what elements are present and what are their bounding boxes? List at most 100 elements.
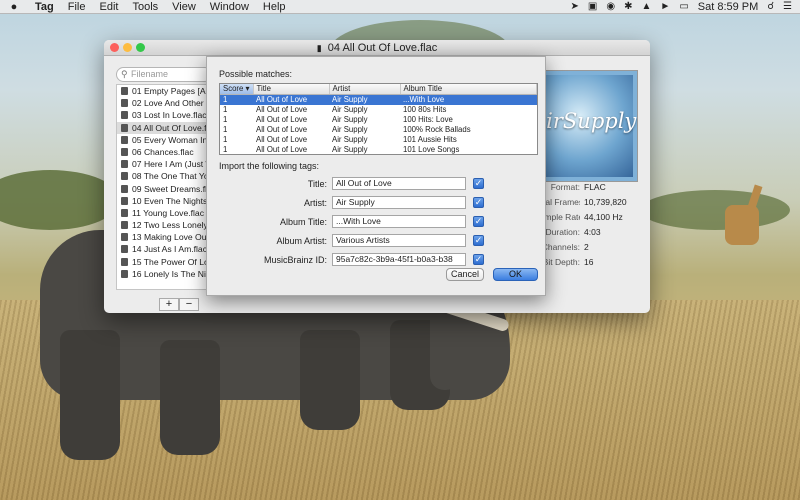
import-checkbox[interactable]: ✓ bbox=[473, 254, 484, 265]
clock[interactable]: Sat 8:59 PM bbox=[698, 1, 759, 13]
battery-icon[interactable]: ▭ bbox=[679, 1, 688, 12]
import-checkbox[interactable]: ✓ bbox=[473, 197, 484, 208]
info-value: 16 bbox=[584, 257, 594, 267]
match-row[interactable]: 1 All Out of Love Air Supply 100 80s Hits bbox=[220, 105, 537, 115]
menu-file[interactable]: File bbox=[61, 1, 93, 13]
audio-file-icon bbox=[121, 196, 128, 205]
tag-field-row: Album Artist: Various Artists ✓ bbox=[219, 234, 541, 248]
info-row: Bit Depth: 16 bbox=[534, 255, 627, 270]
search-input[interactable]: ⚲ Filename bbox=[116, 67, 212, 82]
column-album-title[interactable]: Album Title bbox=[400, 84, 537, 95]
file-list-item[interactable]: 09 Sweet Dreams.flac bbox=[117, 183, 211, 195]
file-list-item[interactable]: 16 Lonely Is The Night.flac bbox=[117, 268, 211, 280]
match-cell-title: All Out of Love bbox=[256, 115, 308, 124]
audio-file-icon bbox=[121, 245, 128, 254]
file-list-item[interactable]: 12 Two Less Lonely People.flac bbox=[117, 219, 211, 231]
cancel-button[interactable]: Cancel bbox=[446, 268, 484, 281]
info-value: 44,100 Hz bbox=[584, 212, 623, 222]
file-list-item[interactable]: 11 Young Love.flac bbox=[117, 207, 211, 219]
file-list-item[interactable]: 10 Even The Nights Are Better.flac bbox=[117, 195, 211, 207]
zoom-button[interactable] bbox=[136, 43, 145, 52]
match-cell-album: 100 80s Hits bbox=[403, 105, 447, 114]
file-list-item[interactable]: 06 Chances.flac bbox=[117, 146, 211, 158]
tag-field-row: MusicBrainz ID: 95a7c82c-3b9a-45f1-b0a3-b… bbox=[219, 253, 541, 267]
tag-field-input[interactable]: All Out of Love bbox=[332, 177, 466, 190]
menu-bar: ● Tag File Edit Tools View Window Help ➤… bbox=[0, 0, 800, 14]
cursor-icon[interactable]: ➤ bbox=[571, 1, 579, 12]
file-list-item[interactable]: 08 The One That You Love.flac bbox=[117, 170, 211, 182]
file-list-item[interactable]: 02 Love And Other Bruises.flac bbox=[117, 97, 211, 109]
match-cell-artist: Air Supply bbox=[332, 135, 368, 144]
remove-file-button[interactable]: − bbox=[179, 298, 199, 311]
menu-window[interactable]: Window bbox=[203, 1, 256, 13]
menu-help[interactable]: Help bbox=[256, 1, 293, 13]
file-list-item[interactable]: 04 All Out Of Love.flac bbox=[117, 121, 211, 134]
file-icon: ▮ bbox=[316, 43, 322, 53]
sort-down-icon: ▾ bbox=[245, 84, 250, 93]
file-list-item[interactable]: 03 Lost In Love.flac bbox=[117, 109, 211, 121]
tag-field-input[interactable]: ...With Love bbox=[332, 215, 466, 228]
column-score[interactable]: Score ▾ bbox=[220, 84, 254, 95]
audio-file-icon bbox=[121, 111, 128, 120]
info-row: Channels: 2 bbox=[534, 240, 627, 255]
match-cell-score: 1 bbox=[223, 125, 228, 134]
audio-file-icon bbox=[121, 257, 128, 266]
match-row[interactable]: 1 All Out of Love Air Supply ...With Love bbox=[220, 94, 537, 105]
volume-icon[interactable]: ► bbox=[660, 1, 670, 12]
eye-icon[interactable]: ◉ bbox=[606, 1, 615, 12]
file-list-item[interactable]: 15 The Power Of Love.flac bbox=[117, 256, 211, 268]
wifi-icon[interactable]: ▲ bbox=[642, 1, 652, 12]
column-artist[interactable]: Artist bbox=[329, 84, 401, 95]
file-list[interactable]: 01 Empty Pages [Album Version].flac 02 Lo… bbox=[116, 84, 212, 290]
audio-file-icon bbox=[121, 233, 128, 242]
tag-field-input[interactable]: Various Artists bbox=[332, 234, 466, 247]
add-file-button[interactable]: + bbox=[159, 298, 179, 311]
file-list-item[interactable]: 05 Every Woman In The World.flac bbox=[117, 134, 211, 146]
match-cell-album: ...With Love bbox=[400, 94, 537, 105]
match-cell-artist: Air Supply bbox=[332, 105, 368, 114]
tag-field-input[interactable]: Air Supply bbox=[332, 196, 466, 209]
window-title: 04 All Out Of Love.flac bbox=[327, 42, 438, 54]
menu-list-icon[interactable]: ☰ bbox=[783, 1, 792, 12]
file-list-item[interactable]: 01 Empty Pages [Album Version].flac bbox=[117, 85, 211, 97]
minimize-button[interactable] bbox=[123, 43, 132, 52]
file-name: 09 Sweet Dreams.flac bbox=[132, 183, 211, 194]
search-icon[interactable]: ☌ bbox=[767, 1, 774, 12]
file-name: 03 Lost In Love.flac bbox=[132, 110, 207, 121]
file-list-item[interactable]: 07 Here I Am (Just When I Thought).flac bbox=[117, 158, 211, 170]
tag-field-label: Title: bbox=[307, 179, 327, 189]
menu-edit[interactable]: Edit bbox=[92, 1, 125, 13]
file-name: 02 Love And Other Bruises.flac bbox=[132, 98, 211, 109]
apple-menu-icon[interactable]: ● bbox=[0, 1, 28, 13]
match-cell-title: All Out of Love bbox=[256, 135, 308, 144]
column-title[interactable]: Title bbox=[253, 84, 330, 95]
bluetooth-icon[interactable]: ✱ bbox=[624, 1, 632, 12]
file-list-item[interactable]: 14 Just As I Am.flac bbox=[117, 243, 211, 255]
ok-button[interactable]: OK bbox=[493, 268, 538, 281]
menu-app-name[interactable]: Tag bbox=[28, 1, 61, 13]
close-button[interactable] bbox=[110, 43, 119, 52]
album-art-text: AirSupply bbox=[531, 109, 637, 133]
file-name: 06 Chances.flac bbox=[132, 146, 194, 157]
menu-view[interactable]: View bbox=[165, 1, 203, 13]
file-list-item[interactable]: 13 Making Love Out Of Nothing.flac bbox=[117, 231, 211, 243]
match-row[interactable]: 1 All Out of Love Air Supply 101 Love Songs bbox=[220, 145, 537, 154]
import-checkbox[interactable]: ✓ bbox=[473, 178, 484, 189]
matches-table[interactable]: Score ▾ Title Artist Album Title 1 All Ou… bbox=[219, 83, 538, 155]
file-name: 11 Young Love.flac bbox=[132, 207, 204, 218]
file-name: 07 Here I Am (Just When I Thought).flac bbox=[132, 159, 211, 170]
match-row[interactable]: 1 All Out of Love Air Supply 100% Rock Ball… bbox=[220, 125, 537, 135]
audio-file-icon bbox=[121, 184, 128, 193]
tag-field-input[interactable]: 95a7c82c-3b9a-45f1-b0a3-b38 bbox=[332, 253, 466, 266]
import-checkbox[interactable]: ✓ bbox=[473, 235, 484, 246]
import-checkbox[interactable]: ✓ bbox=[473, 216, 484, 227]
possible-matches-label: Possible matches: bbox=[219, 69, 293, 79]
file-name: 04 All Out Of Love.flac bbox=[132, 122, 211, 133]
menu-tools[interactable]: Tools bbox=[125, 1, 165, 13]
title-bar: ▮ 04 All Out Of Love.flac bbox=[104, 40, 650, 56]
bookmark-icon[interactable]: ▣ bbox=[588, 1, 597, 12]
match-cell-score: 1 bbox=[223, 135, 228, 144]
match-row[interactable]: 1 All Out of Love Air Supply 101 Aussie Hit… bbox=[220, 135, 537, 145]
match-row[interactable]: 1 All Out of Love Air Supply 100 Hits: Love bbox=[220, 115, 537, 125]
info-value: FLAC bbox=[584, 182, 606, 192]
